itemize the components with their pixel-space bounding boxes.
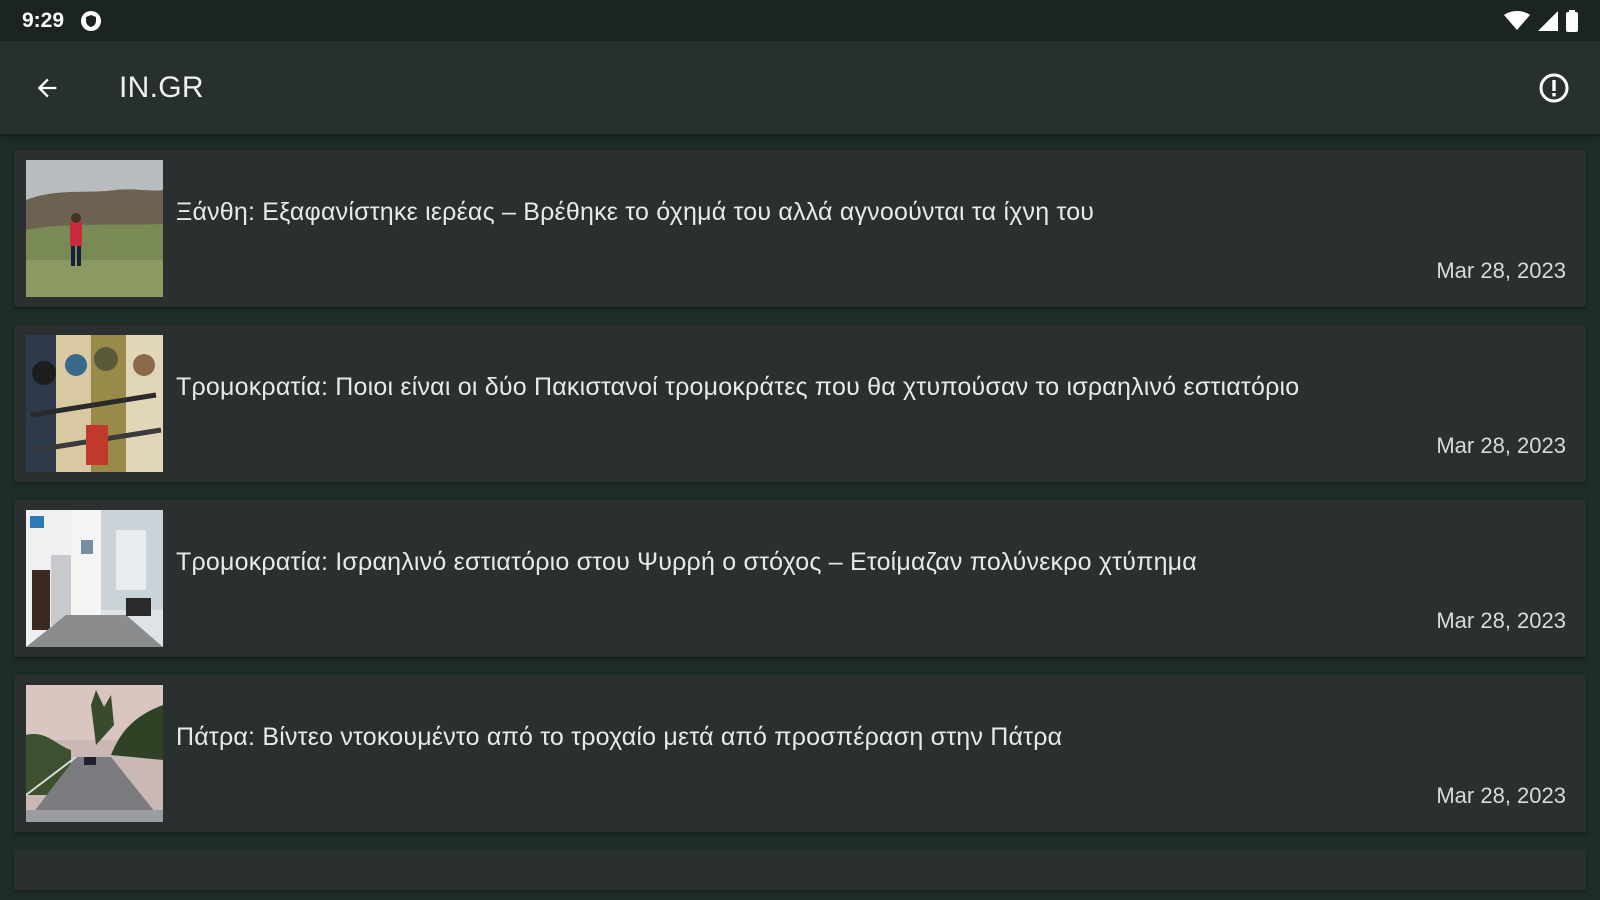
page-title: IN.GR	[119, 70, 204, 104]
article-card-partial[interactable]	[14, 850, 1586, 890]
article-date: Mar 28, 2023	[1436, 608, 1566, 633]
wifi-icon	[1504, 10, 1530, 31]
article-title: Τρομοκρατία: Ισραηλινό εστιατόριο στου Ψ…	[176, 548, 1197, 576]
article-title: Τρομοκρατία: Ποιοι είναι οι δύο Πακισταν…	[176, 373, 1300, 401]
article-thumbnail	[26, 685, 163, 822]
article-title: Πάτρα: Βίντεο ντοκουμέντο από το τροχαίο…	[176, 723, 1063, 751]
article-card[interactable]: Τρομοκρατία: Ποιοι είναι οι δύο Πακισταν…	[14, 325, 1586, 482]
article-thumbnail	[26, 510, 163, 647]
article-date: Mar 28, 2023	[1436, 258, 1566, 283]
article-thumbnail	[26, 335, 163, 472]
status-bar: 9:29	[0, 0, 1600, 41]
info-icon	[1539, 73, 1569, 102]
article-date: Mar 28, 2023	[1436, 433, 1566, 458]
back-button[interactable]	[19, 60, 75, 116]
battery-icon	[1566, 9, 1578, 32]
article-card[interactable]: Τρομοκρατία: Ισραηλινό εστιατόριο στου Ψ…	[14, 500, 1586, 657]
article-thumbnail	[26, 160, 163, 297]
article-card[interactable]: Ξάνθη: Εξαφανίστηκε ιερέας – Βρέθηκε το …	[14, 150, 1586, 307]
app-bar: IN.GR	[0, 41, 1600, 134]
cell-signal-icon	[1538, 10, 1558, 31]
arrow-back-icon	[37, 78, 57, 97]
shield-notification-icon	[80, 10, 102, 32]
article-title: Ξάνθη: Εξαφανίστηκε ιερέας – Βρέθηκε το …	[176, 198, 1095, 226]
article-date: Mar 28, 2023	[1436, 783, 1566, 808]
info-button[interactable]	[1530, 64, 1578, 112]
status-time: 9:29	[22, 8, 65, 32]
article-list: Ξάνθη: Εξαφανίστηκε ιερέας – Βρέθηκε το …	[14, 150, 1586, 890]
article-card[interactable]: Πάτρα: Βίντεο ντοκουμέντο από το τροχαίο…	[14, 675, 1586, 832]
